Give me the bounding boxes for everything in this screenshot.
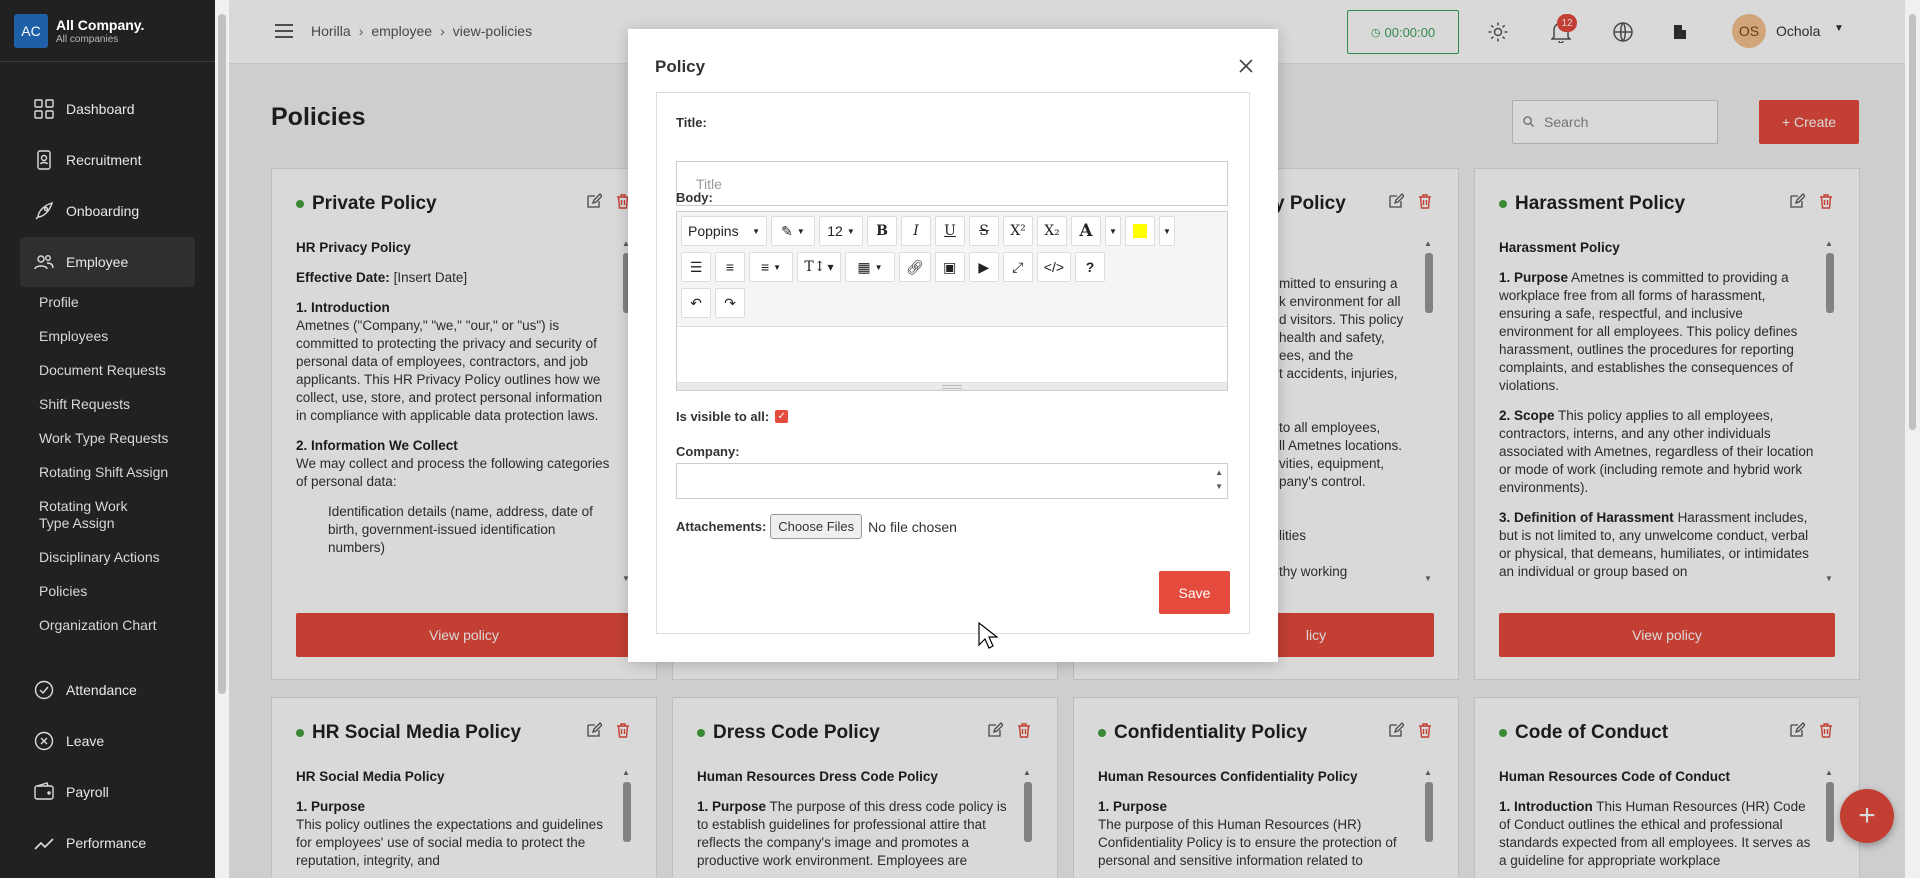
attachments-label: Attachements: [676,519,767,534]
text-style-icon[interactable]: T↕ ▼ [797,252,841,282]
link-icon[interactable]: 🔗︎ [899,252,931,282]
sidebar-subitem-rotating-shift-assign[interactable]: Rotating Shift Assign [0,464,200,481]
sidebar-subitem-profile[interactable]: Profile [0,294,200,311]
sidebar-subitem-disciplinary-actions[interactable]: Disciplinary Actions [0,549,200,566]
sidebar-item-leave[interactable]: Leave [20,716,195,766]
redo-icon[interactable]: ↷ [715,288,745,318]
attachments-row: Attachements: Choose Files No file chose… [676,514,957,539]
sidebar-item-label: Performance [66,835,147,851]
sidebar-subitem-organization-chart[interactable]: Organization Chart [0,617,200,634]
company-select[interactable]: ▲ ▼ [676,463,1228,499]
title-input[interactable]: Title [676,161,1228,206]
sidebar-item-recruitment[interactable]: Recruitment [20,135,195,185]
visible-to-all-checkbox[interactable]: ✓ [775,410,789,423]
x-circle-icon [34,731,54,751]
bulleted-list-icon[interactable]: ☰ [681,252,711,282]
modal-title: Policy [655,57,706,76]
company-switcher[interactable]: AC All Company. All companies [0,0,215,62]
sidebar-item-label: Dashboard [66,101,135,117]
mouse-cursor-icon [978,621,999,655]
sidebar-item-label: Payroll [66,784,109,800]
video-icon[interactable]: ▶ [968,252,999,282]
undo-icon[interactable]: ↶ [681,288,711,318]
rich-text-editor: Poppins ▼ ✎ ▼ 12 ▼ B I U S X² X₂ A ▼ ▼ ☰ ≡ [676,211,1228,391]
sidebar-item-label: Attendance [66,682,137,698]
sidebar-subitem-rotating-work-type-assign[interactable]: Rotating Work Type Assign [0,498,150,532]
sidebar-subitem-document-requests[interactable]: Document Requests [0,362,200,379]
wallet-icon [34,782,54,802]
body-label: Body: [676,190,713,205]
code-view-icon[interactable]: </> [1036,252,1072,282]
sidebar-item-onboarding[interactable]: Onboarding [20,186,195,236]
company-label: Company: [676,444,740,459]
sidebar-item-label: Onboarding [66,203,140,219]
choose-files-button[interactable]: Choose Files [770,514,863,539]
sidebar-item-employee[interactable]: Employee [20,237,195,287]
check-circle-icon [34,680,54,700]
chevron-down-icon[interactable]: ▼ [1159,216,1175,246]
bold-icon[interactable]: B [867,216,897,246]
sidebar-item-label: Recruitment [66,152,142,168]
superscript-icon[interactable]: X² [1003,216,1033,246]
people-icon [34,252,54,272]
subscript-icon[interactable]: X₂ [1037,216,1067,246]
sidebar-subitem-employees[interactable]: Employees [0,328,200,345]
numbered-list-icon[interactable]: ≡ [715,252,745,282]
sidebar-subitem-work-type-requests[interactable]: Work Type Requests [0,430,200,447]
help-icon[interactable]: ? [1075,252,1106,282]
align-icon[interactable]: ≡ ▼ [749,252,793,282]
table-icon[interactable]: ▦ ▼ [845,252,895,282]
file-status: No file chosen [868,518,957,535]
magic-wand-icon[interactable]: ✎ ▼ [771,216,815,246]
sidebar-item-dashboard[interactable]: Dashboard [20,84,195,134]
company-logo: AC [14,13,48,48]
sidebar-item-performance[interactable]: Performance [20,818,195,868]
sidebar-subitem-policies[interactable]: Policies [0,583,200,600]
rocket-icon [34,201,54,221]
dashboard-icon [34,99,54,119]
title-label: Title: [676,115,707,130]
image-icon[interactable]: ▣ [934,252,965,282]
fullscreen-icon[interactable]: ⤢ [1002,252,1033,282]
italic-icon[interactable]: I [901,216,931,246]
sidebar-item-label: Leave [66,733,105,749]
policy-modal: Policy Title: Title Body: Poppins ▼ ✎ ▼ 12… [628,29,1278,662]
company-name: All Company. [56,16,145,33]
recruitment-icon [34,150,54,170]
save-button[interactable]: Save [1159,571,1230,614]
font-family-select[interactable]: Poppins ▼ [681,216,767,246]
visible-label: Is visible to all: [676,409,770,424]
company-scope: All companies [56,33,119,45]
chevron-down-icon[interactable]: ▼ [1105,216,1121,246]
strikethrough-icon[interactable]: S [969,216,999,246]
visible-to-all-row: Is visible to all: ✓ [676,409,789,424]
sidebar-scrollbar[interactable] [215,0,229,878]
scroll-arrows-icon[interactable]: ▲ ▼ [1215,466,1223,494]
sidebar: AC All Company. All companies Dashboard … [0,0,215,878]
font-size-select[interactable]: 12 ▼ [819,216,863,246]
close-icon[interactable] [1238,57,1254,80]
sidebar-scroll-thumb[interactable] [218,14,226,694]
policy-form: Title: Title Body: Poppins ▼ ✎ ▼ 12 ▼ B I U… [656,92,1250,634]
editor-resize-handle[interactable] [677,382,1227,390]
font-color-icon[interactable]: A [1071,216,1101,246]
page-scrollbar[interactable] [1905,0,1920,878]
underline-icon[interactable]: U [935,216,965,246]
editor-toolbar: Poppins ▼ ✎ ▼ 12 ▼ B I U S X² X₂ A ▼ ▼ ☰ ≡ [677,212,1227,327]
sidebar-subitem-shift-requests[interactable]: Shift Requests [0,396,200,413]
font-size-value: 12 [827,223,843,239]
font-family-value: Poppins [688,223,739,239]
page-scroll-thumb[interactable] [1909,14,1916,430]
sidebar-item-label: Employee [66,254,129,270]
sidebar-item-attendance[interactable]: Attendance [20,665,195,715]
editor-content[interactable] [677,328,1227,384]
highlight-color-icon[interactable] [1125,216,1155,246]
trend-icon [34,833,54,853]
sidebar-item-payroll[interactable]: Payroll [20,767,195,817]
